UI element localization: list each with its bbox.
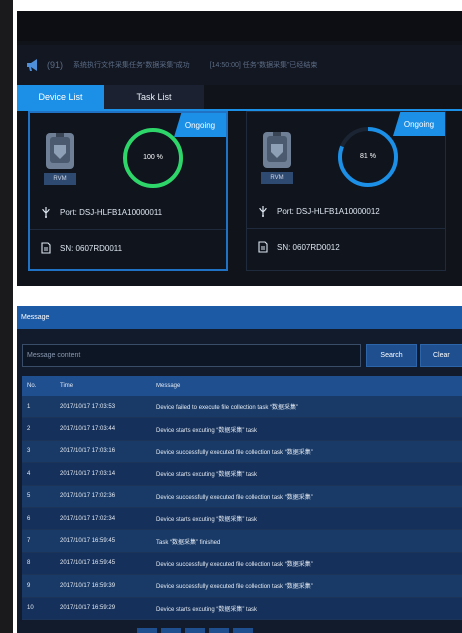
port-row: Port: DSJ-HLFB1A10000011 [30, 195, 226, 229]
port-row: Port: DSJ-HLFB1A10000012 [247, 194, 445, 228]
device-card[interactable]: Ongoing RVM 100 % Port: DSJ-HLFB1A100000… [28, 111, 228, 271]
cell-no: 1 [27, 403, 31, 410]
cell-no: 3 [27, 448, 31, 455]
search-button[interactable]: Search [366, 344, 417, 367]
cell-message: Device successfully executed file collec… [156, 494, 313, 501]
device-card[interactable]: Ongoing RVM 81 % Port: DSJ-HLFB1A1000001… [246, 111, 446, 271]
divider [247, 228, 445, 229]
cell-no: 7 [27, 538, 31, 545]
progress-percent: 81 % [360, 153, 376, 160]
cell-time: 2017/10/17 17:03:44 [60, 426, 116, 433]
cell-no: 6 [27, 515, 31, 522]
notice-bar: (91) 系统执行文件采集任务“数据采集”成功 [14:50:00] 任务“数据… [17, 45, 462, 85]
tab-bar: Device List Task List [17, 85, 204, 109]
table-header: No. Time Message [22, 376, 462, 396]
sn-row: SN: 0607RD0012 [247, 230, 445, 264]
body-camera-icon [263, 132, 291, 168]
cell-time: 2017/10/17 16:59:45 [60, 560, 116, 567]
cell-message: Device successfully executed file collec… [156, 449, 313, 456]
cell-time: 2017/10/17 17:03:16 [60, 448, 116, 455]
tab-device-list[interactable]: Device List [17, 85, 104, 109]
table-row[interactable]: 1 2017/10/17 17:03:53 Device failed to exe… [22, 396, 462, 419]
device-type-label: RVM [44, 173, 76, 185]
table-row[interactable]: 2 2017/10/17 17:03:44 Device starts excuti… [22, 418, 462, 441]
cell-message: Device successfully executed file collec… [156, 561, 313, 568]
port-text: Port: DSJ-HLFB1A10000011 [60, 207, 163, 217]
divider [30, 229, 226, 230]
column-header-no[interactable]: No. [22, 383, 56, 389]
sn-text: SN: 0607RD0011 [60, 243, 123, 253]
cell-message: Device successfully executed file collec… [156, 584, 313, 591]
cell-time: 2017/10/17 16:59:29 [60, 605, 116, 612]
device-type-label: RVM [261, 172, 293, 184]
cell-message: Device starts excuting “数据采集” task [156, 427, 258, 434]
page-button[interactable] [161, 628, 181, 633]
device-monitor-panel: (91) 系统执行文件采集任务“数据采集”成功 [14:50:00] 任务“数据… [17, 11, 462, 286]
clear-button[interactable]: Clear [420, 344, 462, 367]
cell-message: Device starts excuting “数据采集” task [156, 606, 258, 613]
notice-message: 系统执行文件采集任务“数据采集”成功 [73, 62, 190, 69]
cell-no: 5 [27, 493, 31, 500]
sn-row: SN: 0607RD0011 [30, 231, 226, 265]
cell-time: 2017/10/17 17:02:34 [60, 515, 116, 522]
page-button[interactable] [233, 628, 253, 633]
cell-time: 2017/10/17 17:03:14 [60, 470, 116, 477]
message-table: No. Time Message 1 2017/10/17 17:03:53 Dev… [22, 376, 462, 620]
table-row[interactable]: 7 2017/10/17 16:59:45 Task “数据采集” finished [22, 530, 462, 553]
cell-message: Device failed to execute file collection… [156, 405, 299, 412]
top-strip [17, 11, 462, 41]
notice-message-2: [14:50:00] 任务“数据采集”已经结束 [209, 62, 318, 69]
table-row[interactable]: 8 2017/10/17 16:59:45 Device successfully … [22, 552, 462, 576]
table-body: 1 2017/10/17 17:03:53 Device failed to exe… [22, 396, 462, 620]
cell-no: 9 [27, 582, 31, 589]
megaphone-icon[interactable] [25, 57, 41, 73]
cell-no: 2 [27, 426, 31, 433]
table-row[interactable]: 5 2017/10/17 17:02:36 Device successfully … [22, 485, 462, 508]
column-header-message[interactable]: Message [154, 383, 462, 389]
document-icon [258, 241, 268, 253]
pagination [137, 628, 437, 633]
message-panel: Message Search Clear No. Time Message 1 2… [17, 306, 462, 633]
cell-time: 2017/10/17 16:59:45 [60, 538, 116, 545]
column-header-time[interactable]: Time [56, 383, 154, 389]
sn-text: SN: 0607RD0012 [277, 242, 340, 252]
table-row[interactable]: 9 2017/10/17 16:59:39 Device successfully … [22, 575, 462, 598]
message-search-row: Search Clear [17, 344, 462, 367]
page-button[interactable] [185, 628, 205, 633]
cell-message: Task “数据采集” finished [156, 539, 221, 546]
page-button[interactable] [209, 628, 229, 633]
cell-message: Device starts excuting “数据采集” task [156, 472, 258, 479]
body-camera-icon [46, 133, 74, 169]
progress-percent: 100 % [143, 154, 163, 161]
usb-icon [42, 207, 50, 218]
notice-count: (91) [47, 60, 64, 70]
cell-no: 10 [27, 605, 34, 612]
port-text: Port: DSJ-HLFB1A10000012 [277, 206, 380, 216]
table-row[interactable]: 10 2017/10/17 16:59:29 Device starts excut… [22, 597, 462, 620]
page-button[interactable] [137, 628, 157, 633]
usb-icon [259, 206, 267, 217]
cell-message: Device starts excuting “数据采集” task [156, 517, 258, 524]
tab-task-list[interactable]: Task List [104, 85, 204, 109]
cell-no: 8 [27, 560, 31, 567]
left-window-edge [0, 0, 13, 633]
cell-time: 2017/10/17 16:59:39 [60, 582, 116, 589]
message-search-input[interactable] [22, 344, 361, 367]
table-row[interactable]: 6 2017/10/17 17:02:34 Device starts excuti… [22, 507, 462, 531]
cell-time: 2017/10/17 17:03:53 [60, 403, 116, 410]
message-panel-title: Message [17, 306, 462, 329]
table-row[interactable]: 3 2017/10/17 17:03:16 Device successfully … [22, 440, 462, 464]
document-icon [41, 242, 51, 254]
cell-time: 2017/10/17 17:02:36 [60, 493, 116, 500]
cell-no: 4 [27, 470, 31, 477]
table-row[interactable]: 4 2017/10/17 17:03:14 Device starts excuti… [22, 463, 462, 486]
